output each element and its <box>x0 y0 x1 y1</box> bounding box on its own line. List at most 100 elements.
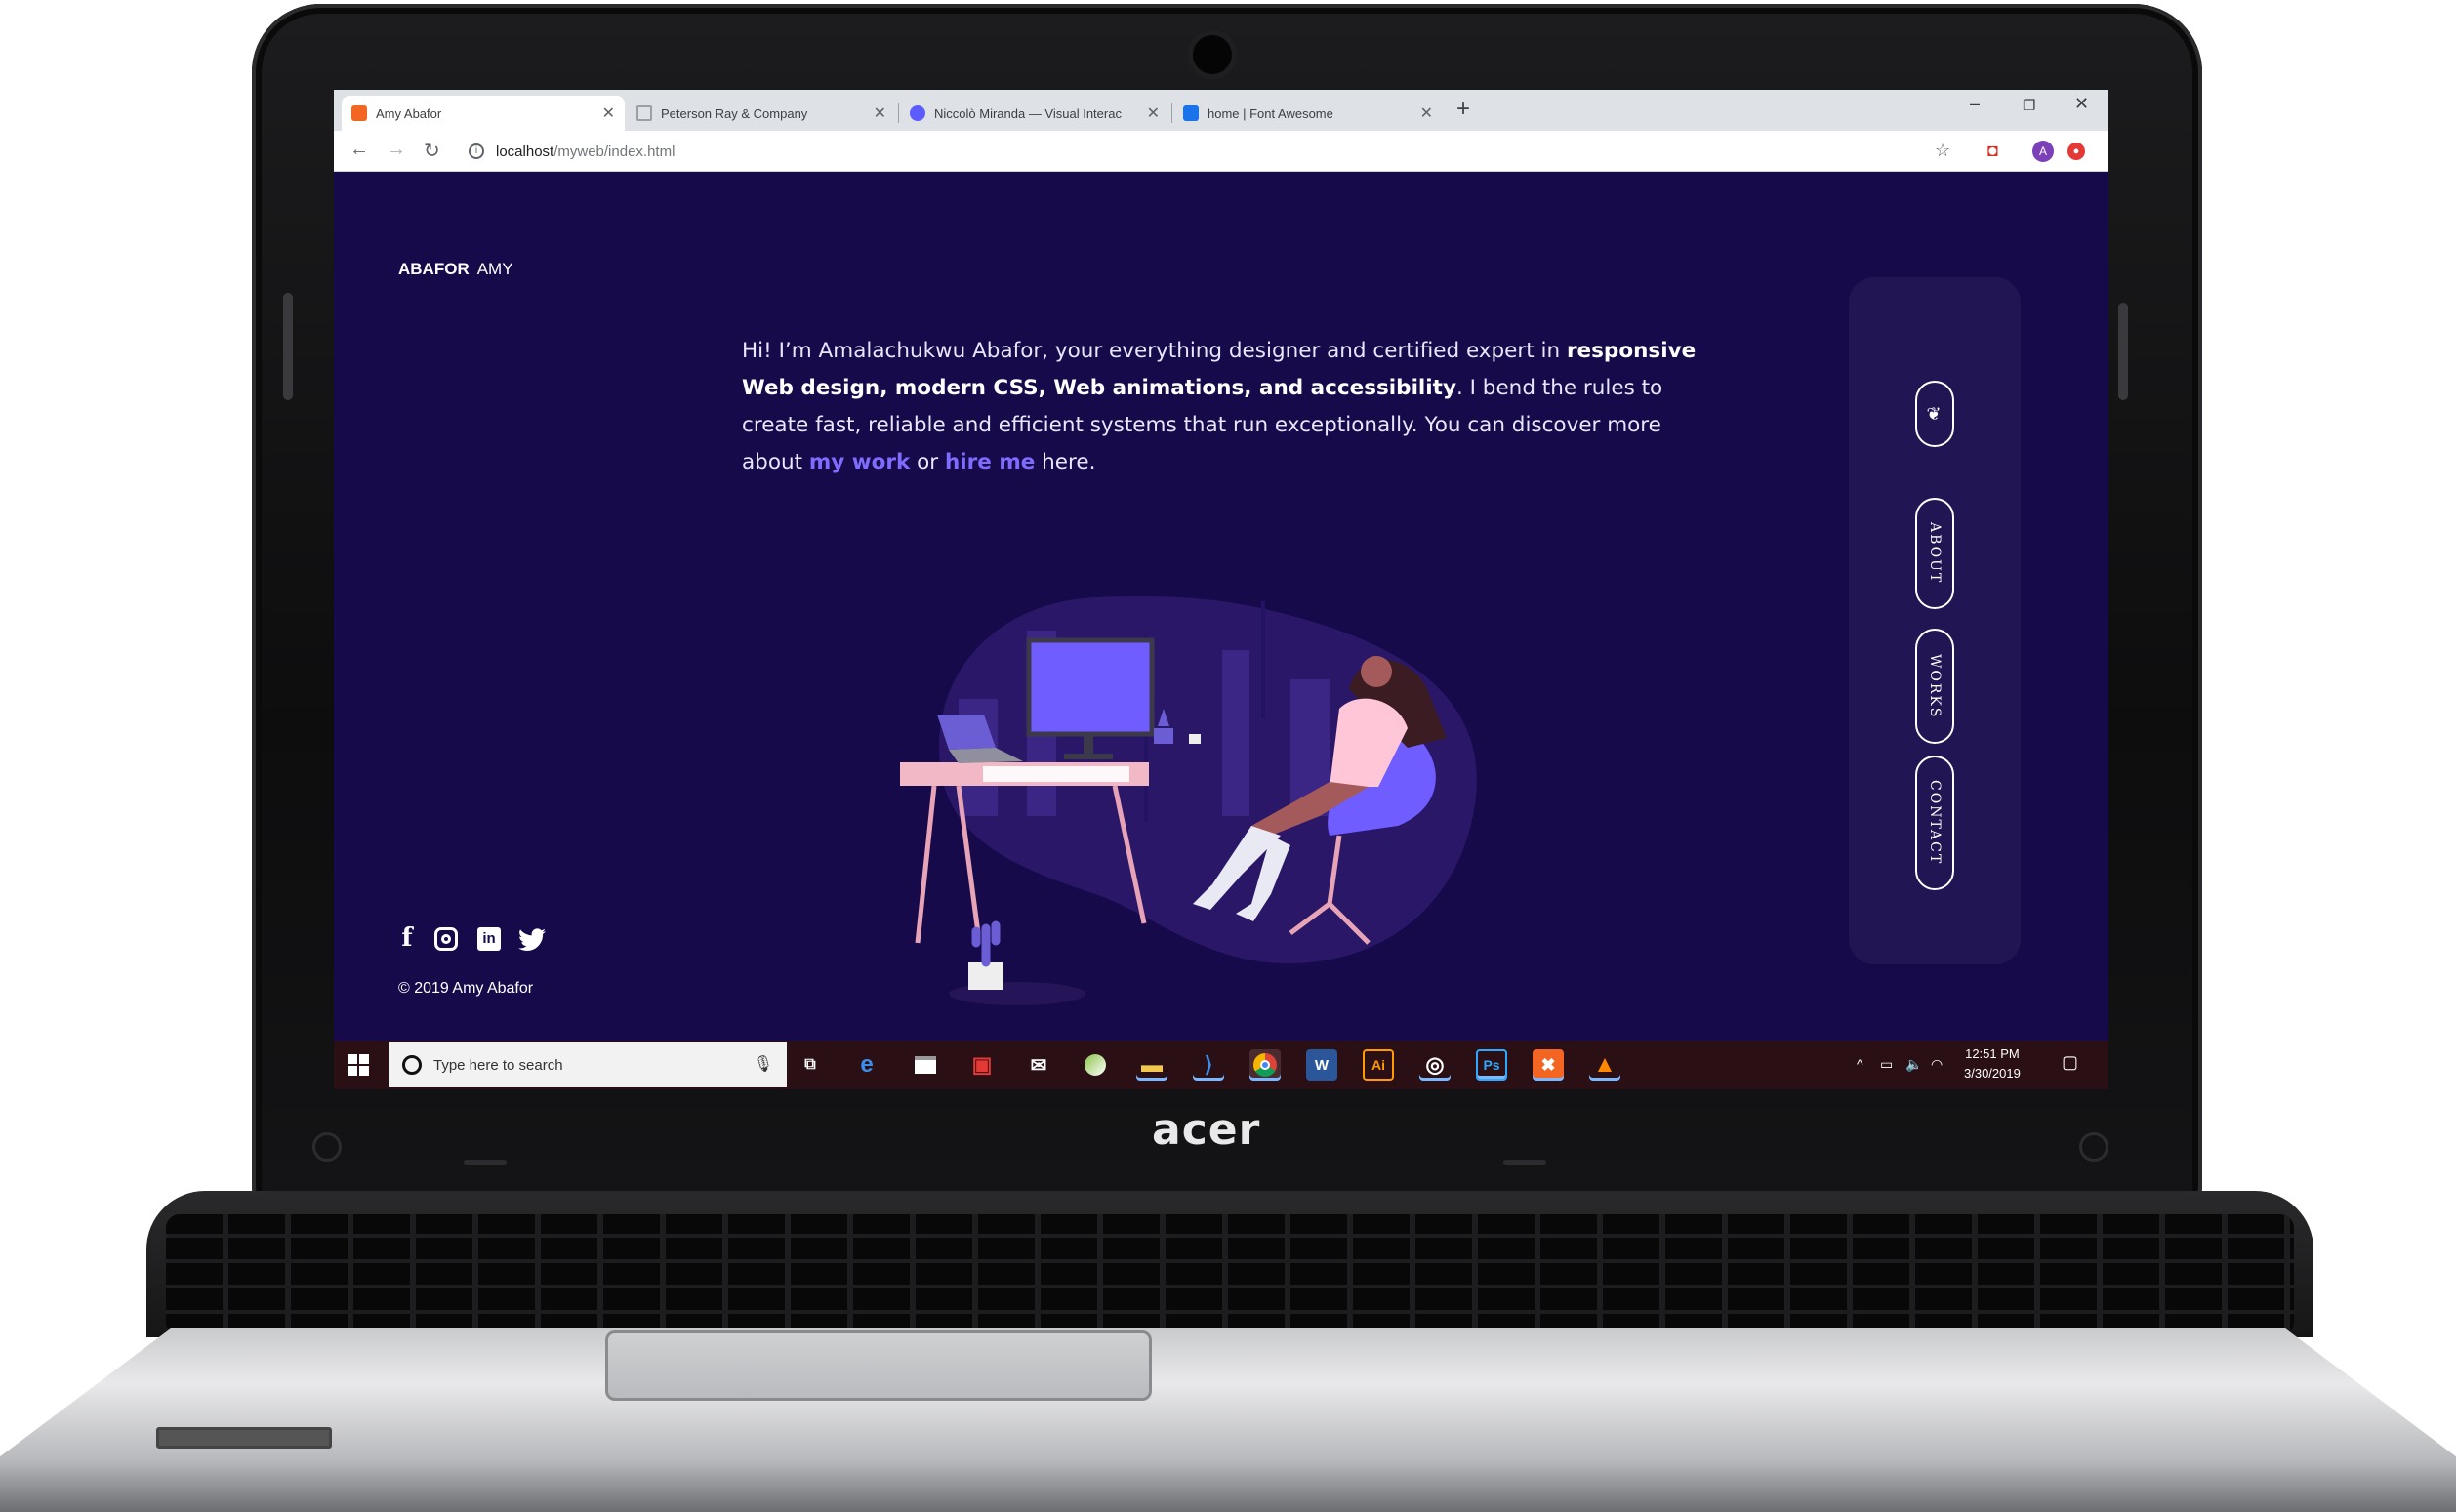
restore-icon[interactable]: ❐ <box>2023 97 2035 114</box>
battery-icon[interactable]: ▭ <box>1880 1056 1893 1073</box>
side-navigation: ❦ ABOUT WORKS CONTACT <box>1849 277 2021 964</box>
notifications-icon[interactable]: ▢ <box>2062 1052 2078 1073</box>
tab-separator <box>898 103 899 123</box>
home-nav-button[interactable]: ❦ <box>1915 381 1954 447</box>
profile-avatar[interactable]: A <box>2032 141 2054 162</box>
gift-icon[interactable]: ▣ <box>966 1049 998 1081</box>
works-nav-button[interactable]: WORKS <box>1915 629 1954 744</box>
url-path: /myweb/index.html <box>553 143 675 160</box>
brand-second: AMY <box>476 260 513 278</box>
tab-title: Niccolò Miranda — Visual Interac <box>934 105 1122 121</box>
minimize-icon[interactable]: – <box>1970 94 1980 114</box>
bezel-mark <box>464 1160 507 1165</box>
tab-font-awesome[interactable]: home | Font Awesome ✕ <box>1173 96 1443 131</box>
bezel-screw <box>312 1132 342 1162</box>
tab-peterson-ray[interactable]: Peterson Ray & Company ✕ <box>627 96 896 131</box>
illustrator-icon[interactable]: Ai <box>1363 1049 1394 1081</box>
file-explorer-icon[interactable]: ▬ <box>1136 1049 1167 1081</box>
facebook-icon[interactable]: f <box>392 923 422 953</box>
desk-illustration <box>900 596 1477 1005</box>
vlc-icon[interactable]: ▲ <box>1589 1049 1620 1081</box>
xampp-icon[interactable]: ✖ <box>1533 1049 1564 1081</box>
close-icon[interactable]: ✕ <box>874 103 886 123</box>
flag-favicon-icon <box>1183 105 1199 121</box>
tab-title: home | Font Awesome <box>1208 105 1333 121</box>
laptop-mockup: acer Amy Abafor ✕ Peterson Ray & Company… <box>0 0 2456 1512</box>
webcam <box>1193 35 1232 74</box>
word-icon[interactable]: W <box>1306 1049 1337 1081</box>
mail-icon[interactable]: ✉ <box>1023 1049 1054 1081</box>
bezel-mark <box>1503 1160 1546 1165</box>
bird-icon: ❦ <box>1926 403 1944 425</box>
windows-taskbar: Type here to search 🎙 ⧉ e ▣ ✉ ▬ ⟩ W Ai ◎… <box>334 1041 2108 1089</box>
clock-time: 12:51 PM <box>1965 1046 2020 1061</box>
close-icon[interactable]: ✕ <box>602 103 615 123</box>
brand-logo: acer <box>1152 1105 1261 1155</box>
close-icon[interactable]: ✕ <box>1147 103 1160 123</box>
site-brand[interactable]: ABAFOR AMY <box>398 260 513 279</box>
extension-icon[interactable]: ● <box>2067 143 2085 160</box>
windows-start-icon[interactable] <box>346 1052 371 1078</box>
brand-first: ABAFOR <box>398 260 470 278</box>
intro-paragraph: Hi! I’m Amalachukwu Abafor, your everyth… <box>742 333 1718 481</box>
portfolio-page: ABAFOR AMY Hi! I’m Amalachukwu Abafor, yo… <box>334 172 2108 1041</box>
touchpad <box>605 1330 1152 1401</box>
window-close-icon[interactable]: ✕ <box>2074 94 2089 114</box>
wifi-icon[interactable]: ◠ <box>1931 1056 1943 1073</box>
store-icon[interactable] <box>910 1049 941 1081</box>
lid-hinge-left <box>283 293 293 400</box>
hire-me-link[interactable]: hire me <box>945 450 1035 474</box>
cortana-icon <box>402 1055 422 1075</box>
card-slot <box>156 1427 332 1449</box>
bezel-screw <box>2079 1132 2108 1162</box>
edge-icon[interactable]: e <box>851 1049 882 1081</box>
taskbar-search-box[interactable]: Type here to search 🎙 <box>389 1042 787 1087</box>
lid-hinge-right <box>2118 303 2128 400</box>
contact-nav-button[interactable]: CONTACT <box>1915 756 1954 890</box>
photoshop-icon[interactable]: Ps <box>1476 1049 1507 1081</box>
page-icon <box>636 105 652 121</box>
clock-date: 3/30/2019 <box>1964 1066 2021 1081</box>
browser-toolbar: ← → ↻ i localhost /myweb/index.html ☆ ◘ … <box>334 131 2108 172</box>
url-host: localhost <box>496 143 554 160</box>
taskbar-clock[interactable]: 12:51 PM 3/30/2019 <box>1964 1044 2021 1083</box>
show-hidden-icons-chevron-icon[interactable]: ^ <box>1857 1056 1863 1072</box>
close-icon[interactable]: ✕ <box>1420 103 1433 123</box>
tab-amy-abafor[interactable]: Amy Abafor ✕ <box>342 96 625 131</box>
palm-rest <box>0 1328 2456 1512</box>
dot-favicon-icon <box>910 105 925 121</box>
my-work-link[interactable]: my work <box>809 450 910 474</box>
reload-icon[interactable]: ↻ <box>424 139 440 163</box>
twitter-icon[interactable] <box>517 923 547 959</box>
tab-title: Peterson Ray & Company <box>661 105 808 121</box>
intro-text: Hi! I’m Amalachukwu Abafor, your everyth… <box>742 339 1567 363</box>
tab-niccolo-miranda[interactable]: Niccolò Miranda — Visual Interac ✕ <box>900 96 1169 131</box>
new-tab-plus-icon[interactable]: + <box>1456 96 1470 123</box>
linkedin-icon[interactable]: in <box>474 923 504 951</box>
microphone-icon[interactable]: 🎙 <box>754 1054 773 1074</box>
tab-title: Amy Abafor <box>376 105 442 121</box>
media-player-icon[interactable]: ◎ <box>1419 1049 1451 1081</box>
tab-separator <box>1171 103 1172 123</box>
info-icon[interactable]: i <box>469 143 484 159</box>
xampp-favicon-icon <box>351 105 367 121</box>
forward-arrow-icon[interactable]: → <box>387 139 406 161</box>
contact-label: CONTACT <box>1927 780 1943 866</box>
about-label: ABOUT <box>1927 522 1943 585</box>
about-nav-button[interactable]: ABOUT <box>1915 498 1954 609</box>
keyboard <box>166 1214 2294 1335</box>
vscode-icon[interactable]: ⟩ <box>1193 1049 1224 1081</box>
laptop-screen: Amy Abafor ✕ Peterson Ray & Company ✕ Ni… <box>334 90 2108 1089</box>
browser-tab-bar: Amy Abafor ✕ Peterson Ray & Company ✕ Ni… <box>334 90 2108 131</box>
address-bar[interactable]: i localhost /myweb/index.html <box>469 137 1982 166</box>
pocket-extension-icon[interactable]: ◘ <box>1987 141 1998 161</box>
sketch-icon[interactable] <box>1080 1049 1111 1081</box>
bookmark-star-icon[interactable]: ☆ <box>1935 141 1950 161</box>
back-arrow-icon[interactable]: ← <box>349 139 369 161</box>
chrome-icon[interactable] <box>1249 1049 1281 1081</box>
copyright-text: © 2019 Amy Abafor <box>398 980 534 997</box>
intro-text: or <box>910 450 945 474</box>
volume-icon[interactable]: 🔈 <box>1905 1056 1922 1073</box>
task-view-icon[interactable]: ⧉ <box>795 1049 826 1081</box>
instagram-icon[interactable] <box>431 923 461 951</box>
